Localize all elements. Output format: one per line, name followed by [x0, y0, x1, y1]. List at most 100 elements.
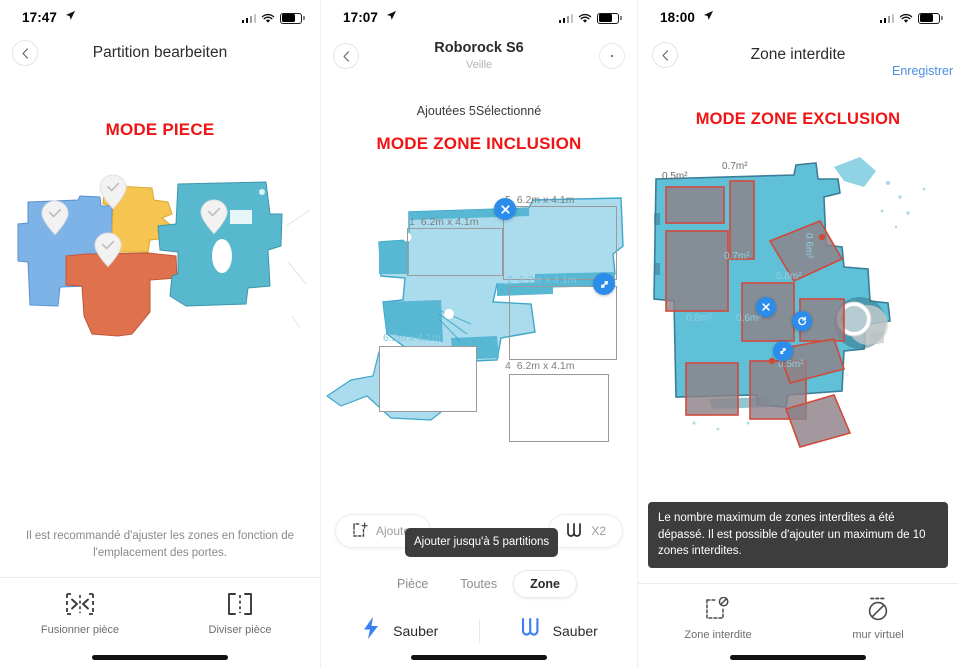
area-label: 0.7m²: [722, 161, 748, 172]
clean-fast-label: Sauber: [393, 622, 439, 639]
bottom-tab-bar: Fusionner pièce Diviser pièce: [0, 592, 320, 636]
close-zone-handle[interactable]: [494, 198, 516, 220]
area-label: 0.6m²: [803, 233, 814, 259]
repeat-clean-button[interactable]: X2: [548, 514, 623, 548]
split-room-button[interactable]: Diviser pièce: [160, 592, 320, 636]
resize-zone-handle[interactable]: [593, 273, 615, 295]
clean-zigzag-button[interactable]: Sauber: [480, 616, 638, 645]
forbidden-zone-label: Zone interdite: [684, 629, 752, 641]
panel-zone-inclusion: 17:07 Roborock S6 Veille Ajoutées 5Sélec…: [320, 0, 638, 668]
battery-icon: [918, 12, 943, 24]
virtual-wall-label: mur virtuel: [852, 629, 904, 641]
back-button[interactable]: [333, 43, 359, 69]
zone-box-empty[interactable]: [509, 374, 609, 442]
room-pin-icon[interactable]: [200, 199, 228, 235]
page-title: Roborock S6: [434, 40, 524, 57]
status-bar: 17:47: [0, 0, 320, 30]
partition-hint-text: Il est recommandé d'ajuster les zones en…: [25, 530, 295, 560]
three-phone-screenshots: 17:47 Partition bearbeiten MODE PIECE Il…: [0, 0, 960, 668]
panel-partition-edit: 17:47 Partition bearbeiten MODE PIECE Il…: [0, 0, 320, 668]
chevron-left-icon: [342, 50, 351, 62]
segment-zone[interactable]: Zone: [513, 570, 577, 598]
mode-label-piece: MODE PIECE: [105, 120, 215, 139]
cellular-bars-icon: [241, 13, 256, 23]
status-indicators: [241, 12, 305, 24]
add-square-icon: [352, 522, 368, 541]
clean-zigzag-label: Sauber: [552, 622, 598, 639]
virtual-wall-button[interactable]: mur virtuel: [798, 597, 958, 641]
divider: [0, 577, 320, 578]
forbidden-zone-map[interactable]: 0.5m² 0.7m² 0.7m² 0.8m² 0.8m² 0.6m² 0.5m…: [638, 153, 958, 453]
bottom-tab-bar: Zone interdite mur virtuel: [638, 597, 958, 641]
chevron-left-icon: [21, 47, 30, 59]
back-button[interactable]: [12, 40, 38, 66]
zone-label-3: 6.2m x 4.1m: [383, 332, 441, 344]
zone-box-4[interactable]: [509, 286, 617, 360]
rotate-zone-handle[interactable]: [792, 311, 812, 331]
location-arrow-icon: [65, 10, 76, 24]
zone-label-2: 2 6.2m x 4.1m: [507, 274, 577, 286]
area-label: 0.8m²: [776, 271, 802, 282]
close-zone-handle[interactable]: [756, 297, 776, 317]
mode-segmented-control: Pièce Toutes Zone: [321, 570, 637, 598]
area-label: 0.5m²: [662, 171, 688, 182]
segment-toutes[interactable]: Toutes: [444, 571, 513, 597]
wifi-icon: [261, 13, 275, 24]
nav-bar: Partition bearbeiten: [0, 30, 320, 76]
merge-room-icon: [65, 592, 95, 616]
virtual-wall-icon: [865, 597, 891, 621]
status-indicators: [879, 12, 943, 24]
status-time-group: 18:00: [660, 9, 714, 27]
resize-zone-handle[interactable]: [773, 341, 793, 361]
more-options-button[interactable]: [599, 43, 625, 69]
cellular-bars-icon: [558, 13, 573, 23]
forbidden-zone-button[interactable]: Zone interdite: [638, 597, 798, 641]
zone-box-5[interactable]: [503, 206, 617, 280]
clean-actions-row: Sauber Sauber: [321, 616, 637, 645]
x-icon: [500, 204, 511, 215]
battery-icon: [280, 12, 305, 24]
status-time: 17:07: [343, 10, 379, 25]
device-status-subtitle: Veille: [465, 59, 493, 72]
segment-piece[interactable]: Pièce: [381, 571, 444, 597]
room-pin-icon[interactable]: [99, 174, 127, 210]
area-label: 0.8m²: [686, 313, 712, 324]
room-partition-map[interactable]: [0, 166, 320, 396]
x-icon: [761, 302, 771, 312]
zone-inclusion-map[interactable]: 1 6.2m x 4.1m 5 6.2m x 4.1m 2 6.2m x 4.1…: [321, 182, 637, 482]
wifi-icon: [899, 13, 913, 24]
status-time: 18:00: [660, 10, 696, 25]
zone-box-1[interactable]: [407, 228, 503, 276]
split-room-icon: [227, 592, 253, 616]
zone-box-lower[interactable]: [379, 346, 477, 412]
room-pin-icon[interactable]: [94, 232, 122, 268]
nav-bar: Zone interdite Enregistrer: [638, 30, 958, 80]
mode-label-exclusion: MODE ZONE EXCLUSION: [695, 110, 901, 128]
home-indicator: [730, 655, 866, 660]
area-label: 0.7m²: [724, 251, 750, 262]
location-arrow-icon: [386, 10, 397, 24]
zone-count-line: Ajoutées 5Sélectionné: [416, 104, 542, 118]
home-indicator: [411, 655, 547, 660]
resize-diagonal-icon: [778, 346, 788, 356]
status-time-group: 17:07: [343, 9, 397, 27]
mode-label-inclusion: MODE ZONE INCLUSION: [376, 134, 582, 153]
merge-room-button[interactable]: Fusionner pièce: [0, 592, 160, 636]
back-button[interactable]: [652, 42, 678, 68]
split-room-label: Diviser pièce: [208, 624, 272, 636]
clean-fast-button[interactable]: Sauber: [321, 616, 479, 645]
forbidden-zone-icon: [705, 597, 731, 621]
battery-icon: [597, 12, 622, 24]
status-bar: 17:07: [321, 0, 637, 30]
max-zones-toast: Le nombre maximum de zones interdites a …: [648, 502, 948, 569]
home-indicator: [92, 655, 228, 660]
zone-label-4: 4 6.2m x 4.1m: [505, 360, 575, 372]
status-time: 17:47: [22, 10, 58, 25]
zone-label-1: 1 6.2m x 4.1m: [409, 216, 479, 228]
save-button[interactable]: Enregistrer: [892, 64, 953, 80]
wifi-icon: [578, 13, 592, 24]
zigzag-icon: [565, 521, 583, 542]
device-title-block: Roborock S6 Veille: [434, 40, 523, 71]
area-label: 0.6m²: [736, 313, 762, 324]
room-pin-icon[interactable]: [41, 200, 69, 236]
